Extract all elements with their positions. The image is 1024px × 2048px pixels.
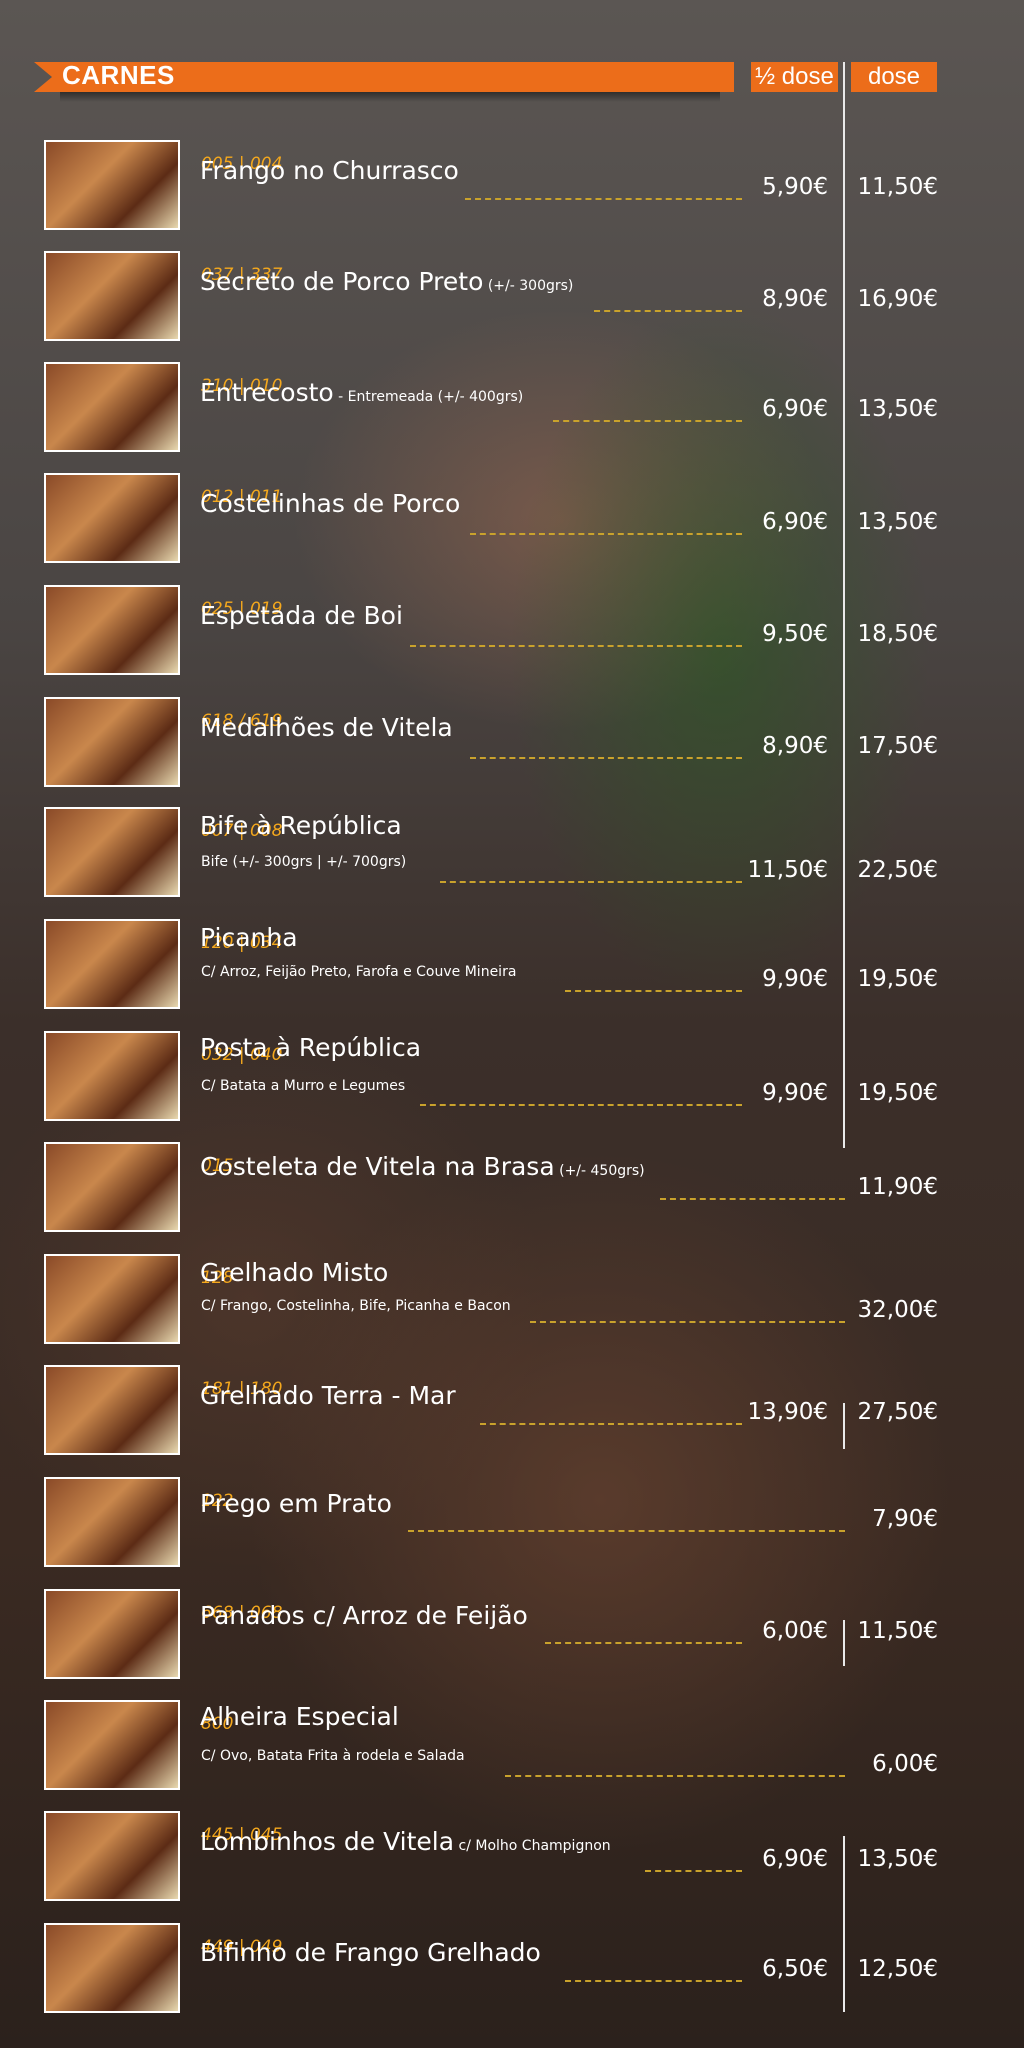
banner-shadow bbox=[60, 92, 720, 102]
full-dose-price: 11,50€ bbox=[857, 1618, 938, 1644]
dish-description: C/ Arroz, Feijão Preto, Farofa e Couve M… bbox=[201, 964, 517, 980]
dish-photo bbox=[44, 1365, 180, 1455]
dish-name: Panados c/ Arroz de Feijão bbox=[200, 1601, 528, 1630]
full-dose-price: 6,00€ bbox=[872, 1751, 938, 1777]
full-dose-price: 32,00€ bbox=[857, 1297, 938, 1323]
dotted-leader bbox=[530, 1321, 845, 1323]
section-title: CARNES bbox=[62, 60, 175, 90]
full-dose-price: 18,50€ bbox=[857, 621, 938, 647]
dotted-leader bbox=[545, 1642, 742, 1644]
dish-name: Entrecosto - Entremeada (+/- 400grs) bbox=[200, 378, 524, 407]
full-dose-price: 11,50€ bbox=[857, 174, 938, 200]
dotted-leader bbox=[565, 990, 742, 992]
full-dose-price: 13,50€ bbox=[857, 509, 938, 535]
full-dose-price: 7,90€ bbox=[872, 1506, 938, 1532]
half-dose-price: 9,50€ bbox=[762, 621, 828, 647]
dotted-leader bbox=[465, 198, 742, 200]
dotted-leader bbox=[594, 310, 742, 312]
dish-photo bbox=[44, 362, 180, 452]
full-dose-price: 16,90€ bbox=[857, 286, 938, 312]
full-dose-header: dose bbox=[851, 62, 937, 92]
dotted-leader bbox=[470, 533, 742, 535]
full-dose-price: 13,50€ bbox=[857, 396, 938, 422]
dish-name: Bife à República bbox=[200, 811, 402, 840]
dish-note: (+/- 450grs) bbox=[554, 1163, 645, 1179]
dish-photo bbox=[44, 1477, 180, 1567]
dish-photo bbox=[44, 807, 180, 897]
dish-photo bbox=[44, 1589, 180, 1679]
full-dose-price: 19,50€ bbox=[857, 1080, 938, 1106]
full-dose-price: 22,50€ bbox=[857, 857, 938, 883]
half-dose-price: 5,90€ bbox=[762, 174, 828, 200]
dish-description: C/ Ovo, Batata Frita à rodela e Salada bbox=[201, 1748, 465, 1764]
dish-name: Picanha bbox=[200, 923, 298, 952]
dotted-leader bbox=[645, 1870, 742, 1872]
dish-name: Costeleta de Vitela na Brasa (+/- 450grs… bbox=[200, 1152, 645, 1181]
half-dose-price: 8,90€ bbox=[762, 733, 828, 759]
dish-photo bbox=[44, 251, 180, 341]
dish-name: Medalhões de Vitela bbox=[200, 713, 453, 742]
dish-name: Alheira Especial bbox=[200, 1702, 399, 1731]
dish-description: C/ Frango, Costelinha, Bife, Picanha e B… bbox=[201, 1298, 511, 1314]
dotted-leader bbox=[408, 1530, 845, 1532]
half-dose-price: 6,90€ bbox=[762, 1846, 828, 1872]
half-dose-price: 8,90€ bbox=[762, 286, 828, 312]
full-dose-price: 19,50€ bbox=[857, 966, 938, 992]
dish-photo bbox=[44, 1923, 180, 2013]
full-dose-price: 13,50€ bbox=[857, 1846, 938, 1872]
dish-photo bbox=[44, 1031, 180, 1121]
dotted-leader bbox=[470, 757, 742, 759]
half-dose-price: 6,90€ bbox=[762, 509, 828, 535]
half-dose-price: 11,50€ bbox=[747, 857, 828, 883]
half-dose-price: 9,90€ bbox=[762, 966, 828, 992]
dotted-leader bbox=[505, 1775, 845, 1777]
half-dose-price: 13,90€ bbox=[747, 1399, 828, 1425]
dish-name: Costelinhas de Porco bbox=[200, 489, 461, 518]
dish-name: Bifinho de Frango Grelhado bbox=[200, 1938, 541, 1967]
half-dose-price: 6,50€ bbox=[762, 1956, 828, 1982]
dotted-leader bbox=[420, 1104, 742, 1106]
dish-name: Posta à República bbox=[200, 1033, 422, 1062]
half-dose-price: 6,00€ bbox=[762, 1618, 828, 1644]
full-dose-price: 11,90€ bbox=[857, 1174, 938, 1200]
dish-photo bbox=[44, 1700, 180, 1790]
dish-name: Lombinhos de Vitela c/ Molho Champignon bbox=[200, 1827, 611, 1856]
dish-photo bbox=[44, 1811, 180, 1901]
dish-description: Bife (+/- 300grs | +/- 700grs) bbox=[201, 854, 407, 870]
column-divider-bottom bbox=[843, 1836, 845, 2012]
half-dose-header: ½ dose bbox=[751, 62, 838, 92]
dotted-leader bbox=[553, 420, 742, 422]
dish-photo bbox=[44, 919, 180, 1009]
dish-photo bbox=[44, 140, 180, 230]
dotted-leader bbox=[440, 881, 742, 883]
dish-photo bbox=[44, 697, 180, 787]
dotted-leader bbox=[410, 645, 742, 647]
dish-photo bbox=[44, 1254, 180, 1344]
dotted-leader bbox=[480, 1423, 742, 1425]
full-dose-price: 17,50€ bbox=[857, 733, 938, 759]
dish-name: Espetada de Boi bbox=[200, 601, 403, 630]
half-dose-price: 9,90€ bbox=[762, 1080, 828, 1106]
dish-name: Prego em Prato bbox=[200, 1489, 392, 1518]
dish-name: Frango no Churrasco bbox=[200, 156, 459, 185]
dish-note: c/ Molho Champignon bbox=[454, 1838, 611, 1854]
dish-note: (+/- 300grs) bbox=[483, 278, 574, 294]
dotted-leader bbox=[565, 1980, 742, 1982]
half-dose-price: 6,90€ bbox=[762, 396, 828, 422]
dotted-leader bbox=[660, 1198, 845, 1200]
column-divider-panados bbox=[843, 1620, 845, 1666]
full-dose-price: 12,50€ bbox=[857, 1956, 938, 1982]
dish-photo bbox=[44, 585, 180, 675]
dish-description: C/ Batata a Murro e Legumes bbox=[201, 1078, 406, 1094]
full-dose-price: 27,50€ bbox=[857, 1399, 938, 1425]
dish-name: Grelhado Misto bbox=[200, 1258, 389, 1287]
dish-note: - Entremeada (+/- 400grs) bbox=[333, 389, 524, 405]
dish-name: Secreto de Porco Preto (+/- 300grs) bbox=[200, 267, 574, 296]
column-divider-terra-mar bbox=[843, 1403, 845, 1449]
dish-photo bbox=[44, 1142, 180, 1232]
dish-name: Grelhado Terra - Mar bbox=[200, 1381, 456, 1410]
dish-photo bbox=[44, 473, 180, 563]
column-divider-top bbox=[843, 62, 845, 1148]
